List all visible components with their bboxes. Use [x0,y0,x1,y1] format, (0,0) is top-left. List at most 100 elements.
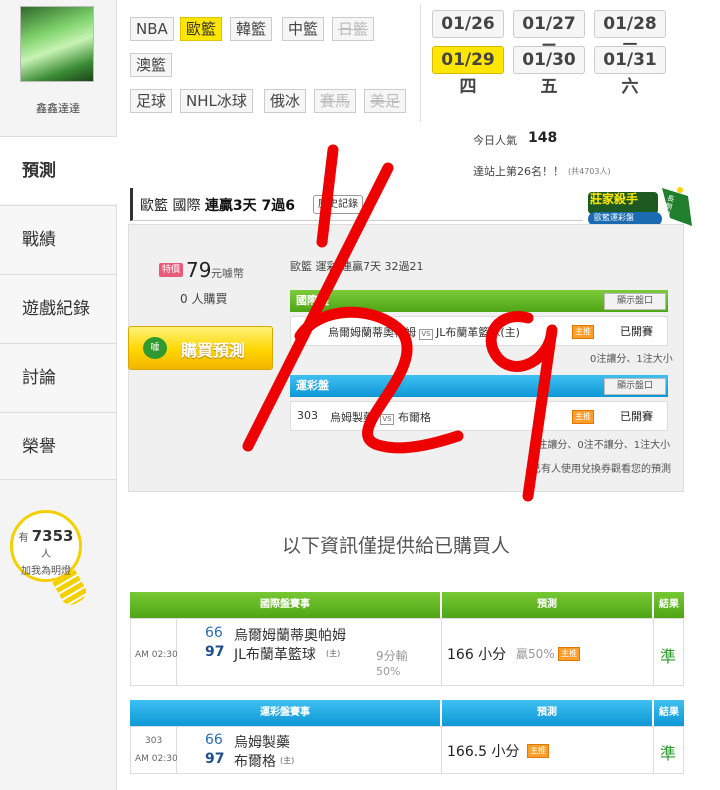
vs-icon: VS [419,324,433,343]
rank-total: (共4703人) [568,167,611,176]
date-tab-0129[interactable]: 01/29 四 [432,46,504,97]
result-correct: 準 [660,744,677,763]
league-tag-china-basketball[interactable]: 中籃 [282,17,325,41]
match-time: AM 02:30 [135,650,178,660]
league-tag-soccer[interactable]: 足球 [130,89,173,113]
fans-count-line: 有 7353 人 [13,527,79,560]
follow-lightbulb[interactable]: 有 7353 人 加我為明燈 [10,510,82,582]
league-tag-korea-basketball[interactable]: 韓籃 [230,17,273,41]
show-odds-button[interactable]: 顯示盤口 [604,378,666,395]
date-label: 01/26 [441,14,495,34]
team2-number: 97 [205,644,225,660]
prediction-league: 歐籃 國際 [140,198,201,214]
popularity-value: 148 [528,130,558,146]
intl-home-team: 烏爾姆蘭蒂奧帕姆 [328,324,416,340]
spread-line: 9分輸 [376,649,408,663]
fans-count: 7353 [31,527,74,545]
exchange-note: 已有人使用兌換券觀看您的預測 [531,464,671,475]
sports-table-header-event: 運彩盤賽事 [130,700,440,726]
prediction-pick: 166.5 小分 [447,744,520,760]
spread-percent: 50% [376,665,401,678]
league-tag-russia-hockey[interactable]: 俄冰 [264,89,307,113]
follow-cta: 加我為明燈 [21,566,71,577]
league-tag-australia-basketball[interactable]: 澳籃 [130,53,173,77]
cell-divider [653,618,654,686]
sports-away-team: 布爾格 [398,411,431,424]
divider [420,4,421,122]
intl-home2: 蘭蒂奧帕姆 [361,326,416,339]
result-correct: 準 [660,647,677,666]
prediction-streak: 連贏3天 7過6 [204,198,296,214]
date-label: 01/29 [441,50,495,70]
league-tag-nba[interactable]: NBA [130,17,174,41]
date-label: 01/27 [522,14,576,34]
team1-number: 66 [205,625,223,641]
avatar-name[interactable]: 鑫鑫達達 [0,100,116,116]
intl-away-team: JL布蘭革籃球(主) [436,324,520,340]
popularity-label: 今日人氣 [473,134,517,147]
date-tab-0127[interactable]: 01/27 二 [513,10,585,61]
avatar[interactable] [20,6,94,82]
date-label: 01/30 [522,50,576,70]
intl-table-header-result: 結果 [654,592,684,618]
league-tag-euro-basketball[interactable]: 歐籃 [180,17,223,41]
coin-icon: 噱 [143,337,167,359]
date-tab-0131[interactable]: 01/31 六 [594,46,666,97]
price-tag: 特價 [159,263,184,277]
vs-label: VS [380,414,394,425]
intl-status: 已開賽 [620,325,653,338]
sports-home-team: 烏姆製藥 [330,411,374,424]
team1-name: 烏姆製藥 [234,735,290,751]
date-tab-0126[interactable]: 01/26 一 [432,10,504,61]
date-tab-0130[interactable]: 01/30 五 [513,46,585,97]
cell-divider [176,726,177,774]
fans-suffix: 人 [41,549,51,560]
prediction-summary: 歐籃 運彩 連贏7天 32過21 [290,260,424,273]
rank-text: 達站上第26名！！ [473,165,564,178]
badge-subtitle: 歐籃運彩盤 [594,213,634,222]
match-time: AM 02:30 [135,754,178,764]
intl-away: JL布蘭革籃球 [436,326,501,339]
badge-title: 莊家殺手 [590,192,639,206]
team1-name: 烏爾姆蘭蒂奧帕姆 [234,628,346,644]
team2-note: (主) [280,756,295,765]
sports-table-header-result: 結果 [654,700,684,726]
date-label: 01/28 [603,14,657,34]
weekday-label: 四 [459,77,477,97]
prediction-win: 贏50% [516,647,555,661]
team2-name: 布爾格 [234,754,276,770]
weekday-label: 五 [540,77,558,97]
sports-match-id: 303 [297,409,318,422]
vs-label: VS [419,329,433,340]
date-label: 01/31 [603,50,657,70]
buy-prediction-label[interactable]: 購買預測 [181,337,245,361]
purchasers-only-notice: 以下資訊僅提供給已購買人 [282,535,511,557]
weekday-label: 六 [621,77,639,97]
history-button[interactable]: 歷史記錄 [313,195,363,214]
intl-home: 烏爾姆 [328,326,361,339]
cell-divider [441,618,442,686]
league-tag-american-football: 美足 [364,89,407,113]
nav-item-discussion[interactable]: 討論 [0,343,116,411]
league-tag-horse-racing: 賽馬 [314,89,357,113]
sports-status: 已開賽 [620,410,653,423]
show-odds-button[interactable]: 顯示盤口 [604,293,666,310]
prediction-pick: 166 小分 [447,647,507,663]
sports-table-header-prediction: 預測 [442,700,652,726]
prediction-title: 歐籃 國際 連贏3天 7過6 [140,195,295,215]
team2-name: JL布蘭革籃球 [234,647,316,663]
intl-table-header-prediction: 預測 [442,592,652,618]
main-pick-pill: 主推 [572,325,594,339]
nav-item-game-log[interactable]: 遊戲紀錄 [0,274,116,342]
date-tab-0128[interactable]: 01/28 三 [594,10,666,61]
buyers-count: 0 人購買 [180,290,227,307]
nav-item-record[interactable]: 戰績 [0,205,116,273]
cell-divider [653,726,654,774]
nav-item-honor[interactable]: 榮譽 [0,412,116,480]
team2-note: (主) [326,649,341,658]
sports-bet-note: 0注讓分、0注不讓分、1注大小 [531,440,671,451]
main-pick-pill: 主推 [572,410,594,424]
intl-bet-note: 0注讓分、1注大小 [590,354,673,365]
league-tag-nhl[interactable]: NHL冰球 [180,89,253,113]
nav-item-prediction[interactable]: 預測 [0,136,117,204]
